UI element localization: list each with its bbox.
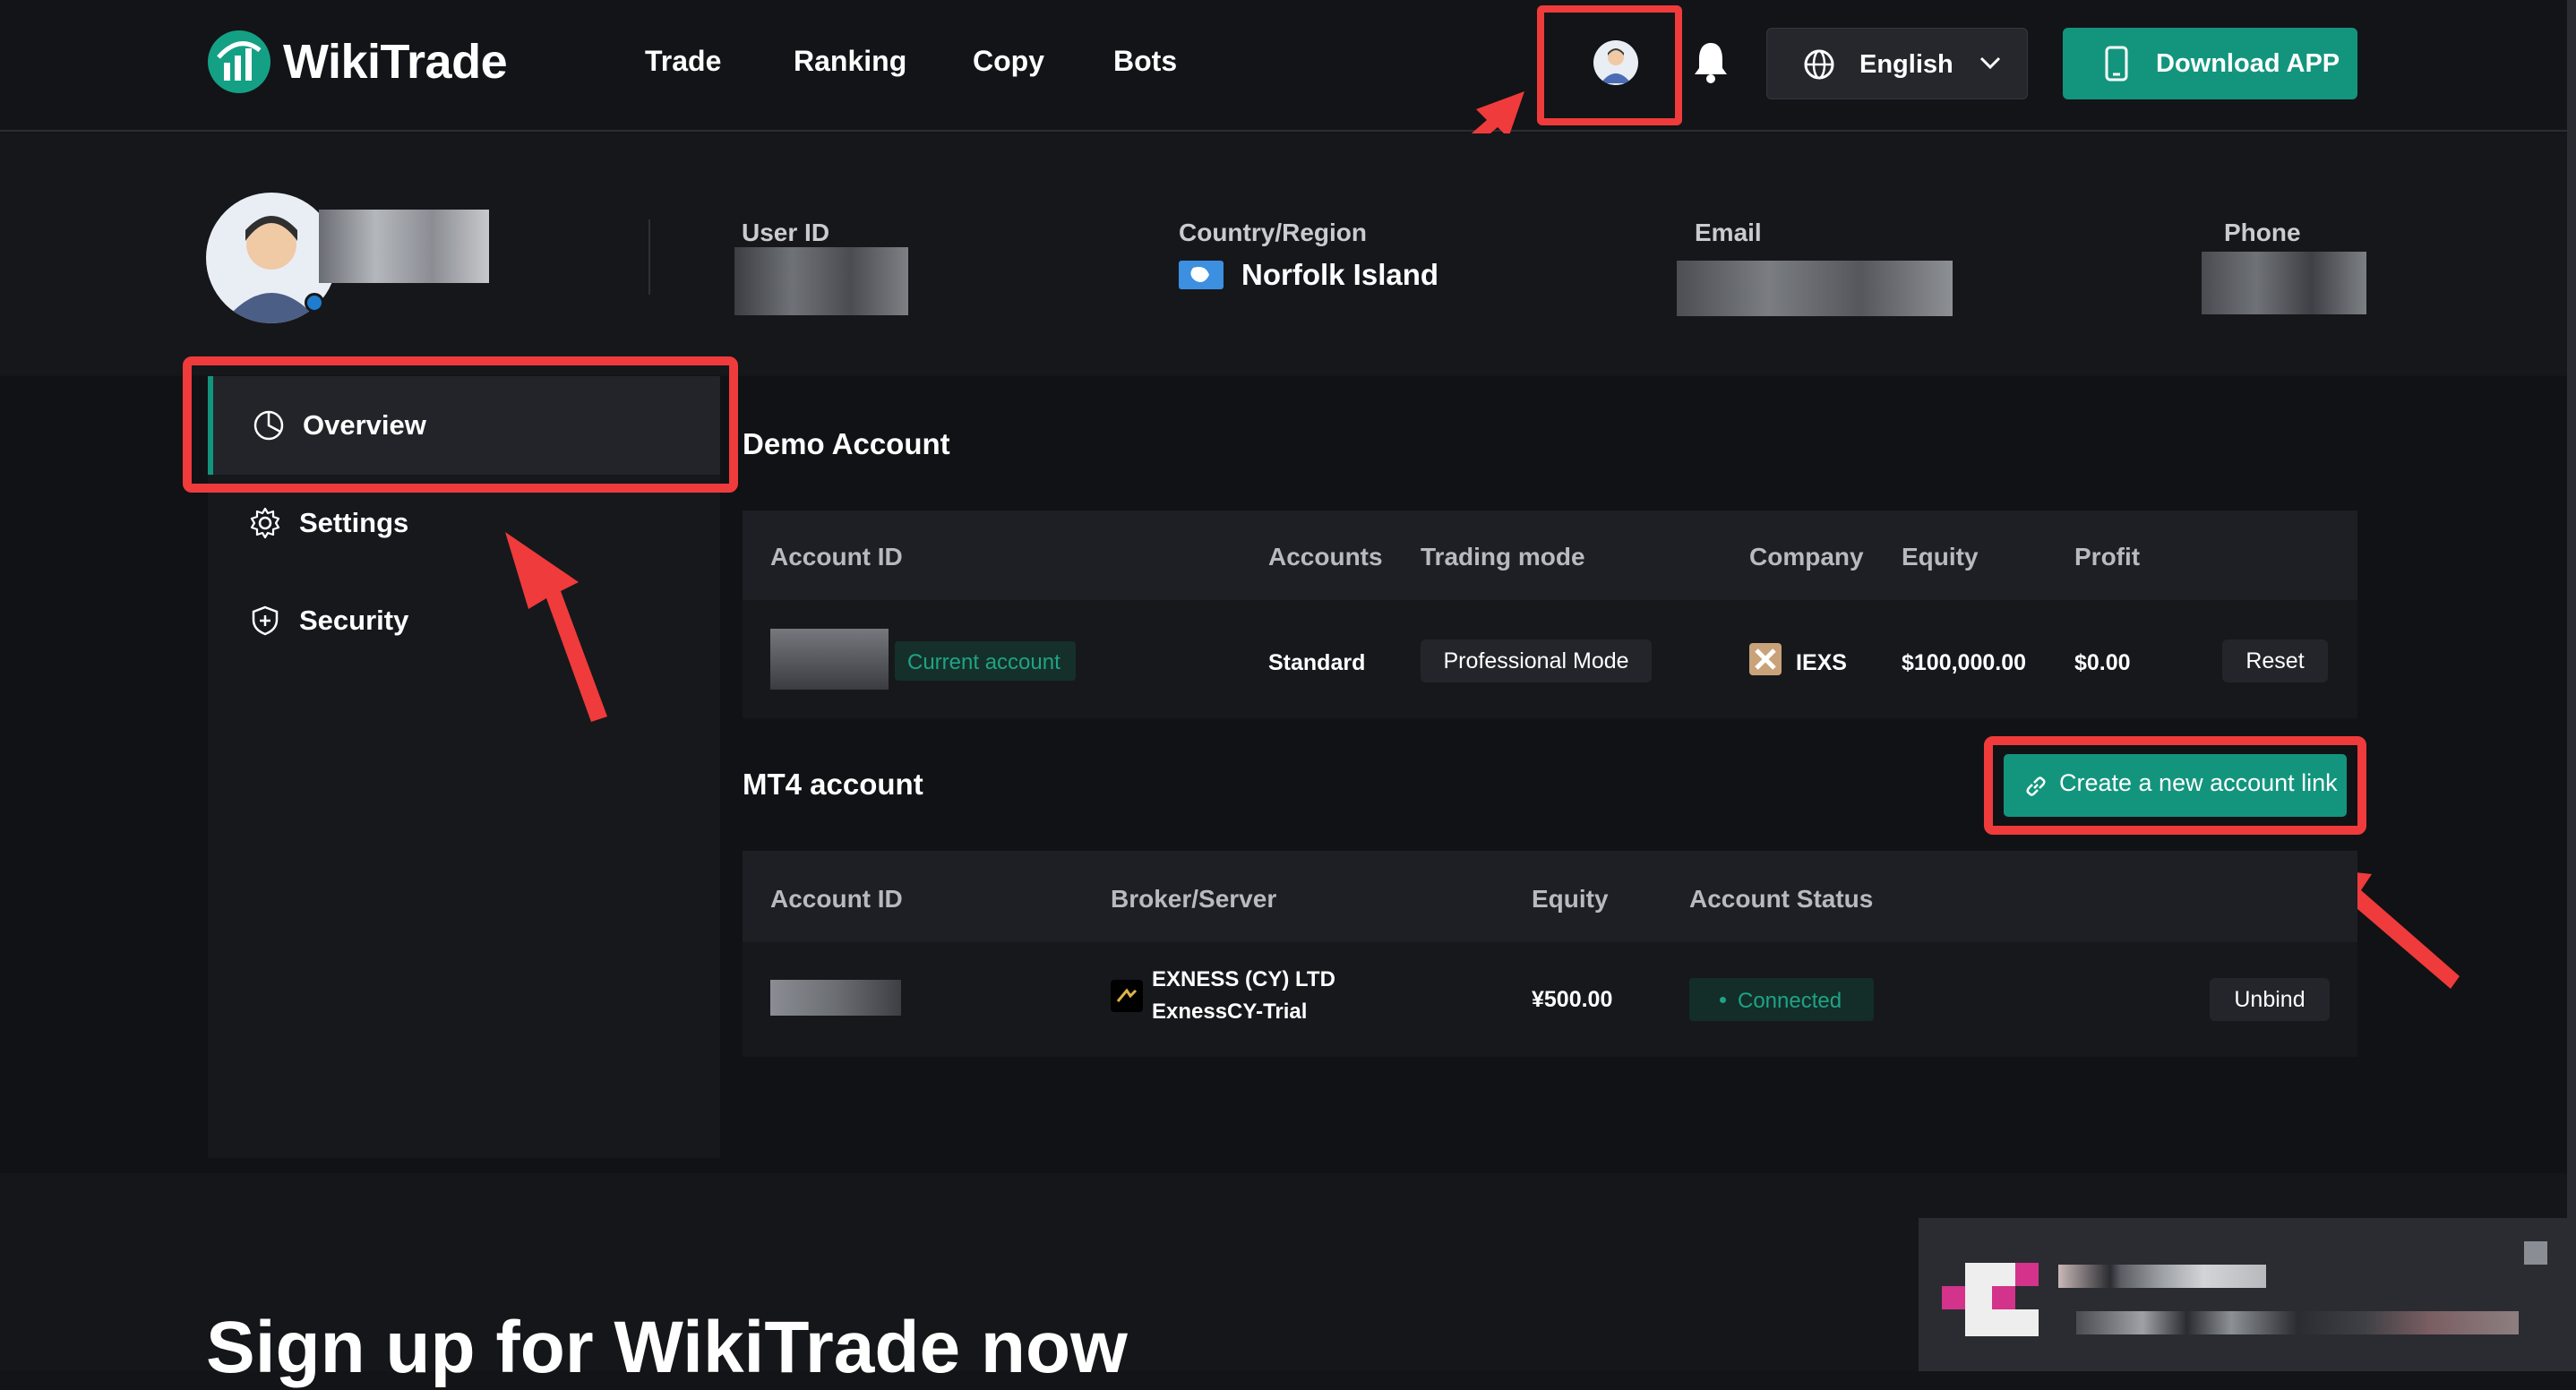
- gear-icon: [250, 507, 280, 539]
- status-badge: Current account: [895, 641, 1076, 681]
- close-icon[interactable]: [2524, 1241, 2547, 1265]
- overview-highlight-box: [183, 356, 738, 493]
- username-redacted: [319, 210, 489, 283]
- table-header: Account ID Accounts Trading mode Company…: [743, 511, 2357, 600]
- create-link-label: Create a new account link: [2059, 769, 2338, 796]
- status-dot: [1720, 997, 1726, 1003]
- unbind-button[interactable]: Unbind: [2210, 978, 2330, 1021]
- mt4-account-title: MT4 account: [743, 768, 923, 801]
- exness-logo-icon: [1111, 980, 1143, 1012]
- cell-equity: $100,000.00: [1902, 650, 2027, 675]
- current-account-badge: Current account: [907, 650, 1060, 674]
- user-id-label: User ID: [742, 219, 830, 246]
- profile-summary: User ID Country/Region Norfolk Island Em…: [0, 133, 2576, 375]
- promo-popup: [1919, 1218, 2576, 1371]
- download-app-button[interactable]: Download APP: [2063, 28, 2357, 99]
- status-dot: [305, 293, 324, 313]
- connected-status: Connected: [1738, 989, 1842, 1013]
- phone-label: Phone: [2224, 219, 2301, 246]
- demo-account-title: Demo Account: [743, 427, 950, 460]
- account-id-redacted: [770, 980, 901, 1016]
- signup-title: Sign up for WikiTrade now: [206, 1307, 1128, 1388]
- profile-divider: [648, 219, 650, 295]
- cell-accounts: Standard: [1268, 650, 1366, 675]
- header-avatar[interactable]: [1593, 40, 1638, 85]
- unbind-label: Unbind: [2234, 986, 2306, 1012]
- reset-label: Reset: [2245, 648, 2305, 674]
- logo-icon: [208, 30, 270, 93]
- col-broker-server: Broker/Server: [1111, 885, 1277, 913]
- cell-company: IEXS: [1796, 650, 1847, 675]
- sidebar-item-label: Settings: [299, 507, 409, 538]
- status-badge: Connected: [1689, 978, 1874, 1021]
- download-app-label: Download APP: [2156, 49, 2340, 78]
- user-id-redacted: [734, 247, 908, 315]
- col-equity: Equity: [1532, 885, 1609, 913]
- popup-logo: [1942, 1263, 2039, 1336]
- language-label: English: [1859, 50, 1953, 79]
- cell-profit: $0.00: [2074, 650, 2131, 675]
- sidebar-item-settings[interactable]: Settings: [208, 474, 720, 572]
- flag-icon: [1179, 261, 1224, 289]
- nav-trade[interactable]: Trade: [645, 45, 721, 78]
- table-header: Account ID Broker/Server Equity Account …: [743, 851, 2357, 942]
- country-value: Norfolk Island: [1241, 258, 1439, 291]
- phone-redacted: [2202, 252, 2366, 314]
- col-profit: Profit: [2074, 543, 2141, 571]
- trading-mode-pill: Professional Mode: [1421, 639, 1652, 682]
- popup-subtext-redacted: [2076, 1311, 2519, 1334]
- shield-icon: [252, 605, 279, 636]
- link-icon: [2026, 777, 2046, 796]
- create-account-link-button[interactable]: Create a new account link: [2004, 754, 2347, 817]
- sidebar-item-label: Security: [299, 605, 409, 636]
- table-row: EXNESS (CY) LTD ExnessCY-Trial ¥500.00 C…: [743, 942, 2357, 1057]
- country-label: Country/Region: [1179, 219, 1367, 246]
- col-account-id: Account ID: [770, 543, 903, 571]
- language-selector[interactable]: English: [1766, 28, 2028, 99]
- email-label: Email: [1695, 219, 1762, 246]
- col-company: Company: [1749, 543, 1864, 571]
- top-header: WikiTrade Trade Ranking Copy Bots Englis…: [0, 0, 2576, 132]
- nav-ranking[interactable]: Ranking: [794, 45, 906, 78]
- mt4-account-table: Account ID Broker/Server Equity Account …: [743, 851, 2357, 1057]
- nav-copy[interactable]: Copy: [973, 45, 1044, 78]
- bell-icon[interactable]: [1691, 39, 1730, 84]
- logo[interactable]: WikiTrade: [208, 30, 508, 93]
- brand-name: WikiTrade: [283, 35, 508, 89]
- col-trading-mode: Trading mode: [1421, 543, 1585, 571]
- sidebar-item-security[interactable]: Security: [208, 571, 720, 670]
- demo-account-table: Account ID Accounts Trading mode Company…: [743, 511, 2357, 718]
- cell-equity: ¥500.00: [1532, 987, 1613, 1012]
- pointer-arrow-sidebar: [505, 532, 607, 722]
- iexs-logo-icon: [1749, 643, 1782, 675]
- scrollbar[interactable]: [2567, 0, 2576, 1371]
- table-row: Current account Standard Professional Mo…: [743, 600, 2357, 718]
- chevron-down-icon: [1979, 56, 2001, 70]
- cell-server: ExnessCY-Trial: [1152, 1000, 1308, 1024]
- col-account-status: Account Status: [1689, 885, 1874, 913]
- col-account-id: Account ID: [770, 885, 903, 913]
- popup-text-redacted: [2058, 1265, 2266, 1288]
- cell-broker: EXNESS (CY) LTD: [1152, 967, 1335, 991]
- col-equity: Equity: [1902, 543, 1979, 571]
- globe-icon: [1804, 49, 1834, 80]
- trading-mode-value: Professional Mode: [1443, 648, 1629, 674]
- reset-button[interactable]: Reset: [2222, 639, 2328, 682]
- account-id-redacted: [770, 629, 889, 690]
- col-accounts: Accounts: [1268, 543, 1383, 571]
- email-redacted: [1677, 261, 1953, 316]
- nav-bots[interactable]: Bots: [1113, 45, 1177, 78]
- phone-icon: [2105, 46, 2128, 82]
